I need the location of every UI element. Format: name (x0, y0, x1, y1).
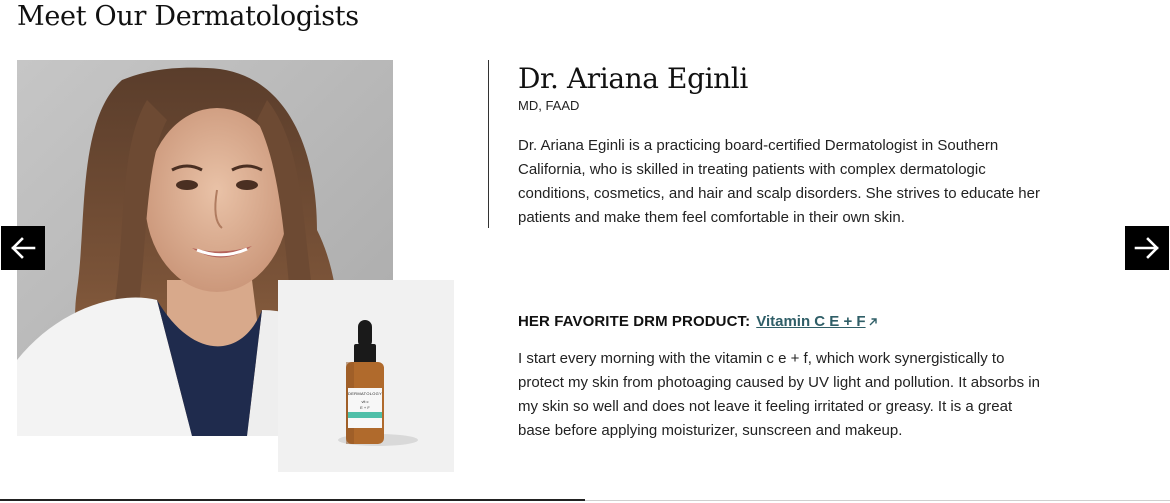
section-title: Meet Our Dermatologists (17, 1, 359, 32)
arrow-right-icon (1134, 237, 1159, 259)
favorite-product-link[interactable]: Vitamin C E + F (756, 313, 877, 330)
favorite-product-quote: I start every morning with the vitamin c… (518, 350, 1040, 439)
favorite-product-label: HER FAVORITE DRM PRODUCT: (518, 313, 751, 330)
favorite-product-link-text[interactable]: Vitamin C E + F (756, 313, 865, 330)
external-link-icon (869, 318, 877, 326)
product-label-line1: vit c (361, 399, 369, 404)
favorite-product: HER FAVORITE DRM PRODUCT: Vitamin C E + F (518, 312, 878, 332)
doctor-credentials: MD, FAAD (518, 98, 580, 113)
doctor-name: Dr. Ariana Eginli (518, 62, 748, 95)
vertical-divider (488, 60, 489, 228)
carousel-progress-fill (0, 499, 585, 501)
product-image[interactable]: DERMATOLOGY vit c E + F (278, 280, 454, 472)
product-label-brand: DERMATOLOGY (348, 391, 383, 396)
product-label-line2: E + F (360, 405, 370, 410)
doctor-bio: Dr. Ariana Eginli is a practicing board-… (518, 137, 1040, 226)
carousel-prev-button[interactable] (1, 226, 45, 270)
arrow-left-icon (11, 237, 36, 259)
carousel-next-button[interactable] (1125, 226, 1169, 270)
carousel-progress (0, 499, 1170, 501)
